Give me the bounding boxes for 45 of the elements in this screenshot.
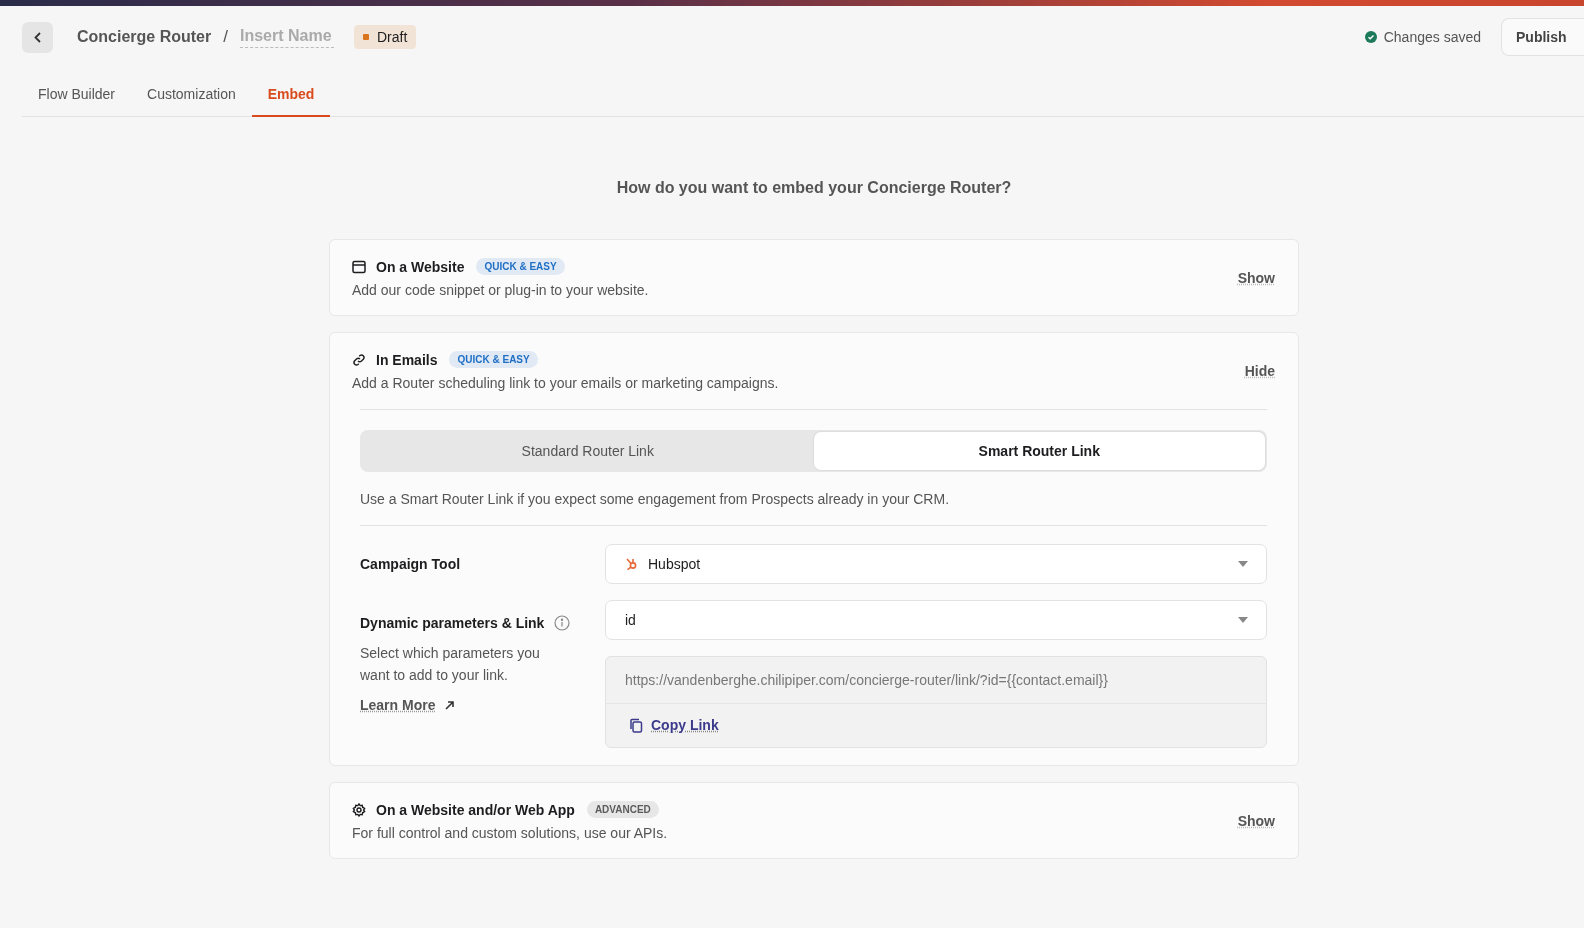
dropdown-caret-icon: [1238, 561, 1248, 567]
dropdown-caret-icon: [1238, 617, 1248, 623]
parameters-select[interactable]: id: [605, 600, 1267, 640]
status-badge: Draft: [354, 25, 417, 49]
router-link-url: https://vandenberghe.chilipiper.com/concierge-router/link/?id={{contact.email}}: [606, 657, 1266, 704]
name-field[interactable]: Insert Name: [240, 26, 334, 48]
sprocket-icon: [625, 557, 638, 571]
card-title: On a Website and/or Web App: [376, 801, 575, 818]
card-description: Add a Router scheduling link to your emails or marketing campaigns.: [352, 375, 780, 391]
tab[interactable]: Embed: [251, 68, 331, 117]
breadcrumb-title[interactable]: Concierge Router: [77, 28, 212, 46]
expand-toggle[interactable]: Show: [1237, 813, 1275, 829]
browser-window-icon: [352, 259, 366, 274]
publish-button[interactable]: Publish: [1501, 18, 1584, 56]
card-badge: ADVANCED: [586, 801, 659, 818]
tab[interactable]: Customization: [131, 68, 252, 117]
link-icon: [352, 352, 366, 367]
info-icon[interactable]: [554, 615, 571, 631]
segment-option[interactable]: Standard Router Link: [362, 432, 814, 470]
tab[interactable]: Flow Builder: [22, 68, 132, 117]
back-button[interactable]: [22, 21, 53, 53]
chevron-left-icon: [34, 31, 41, 43]
card-description: For full control and custom solutions, use our APIs.: [352, 825, 669, 841]
breadcrumb-separator: /: [223, 27, 228, 47]
parameters-help-text: Select which parameters you want to add to your link.: [360, 644, 541, 685]
card-description: Add our code snippet or plug-in to your website.: [352, 282, 650, 298]
card-badge: QUICK & EASY: [449, 351, 538, 368]
copy-icon: [629, 717, 643, 733]
field-label: Dynamic parameters & Link: [360, 615, 545, 631]
link-type-hint: Use a Smart Router Link if you expect some engagement from Prospects already in your CRM.: [360, 491, 1267, 526]
card-badge: QUICK & EASY: [476, 258, 565, 275]
settings-icon: [352, 802, 366, 817]
page-question: How do you want to embed your Concierge Router?: [615, 179, 1013, 197]
external-arrow-icon: [445, 700, 455, 710]
expand-toggle[interactable]: Show: [1237, 270, 1275, 286]
campaign-tool-select[interactable]: Hubspot: [605, 544, 1267, 584]
copy-link-button[interactable]: Copy Link: [651, 717, 719, 733]
learn-more-link[interactable]: Learn More: [360, 697, 436, 713]
card-title: In Emails: [376, 351, 438, 368]
expand-toggle[interactable]: Hide: [1244, 363, 1275, 379]
check-circle-icon: [1364, 31, 1377, 43]
segment-option[interactable]: Smart Router Link: [813, 432, 1265, 470]
field-label: Campaign Tool: [360, 556, 462, 572]
save-status: Changes saved: [1383, 29, 1481, 45]
card-title: On a Website: [376, 258, 465, 275]
